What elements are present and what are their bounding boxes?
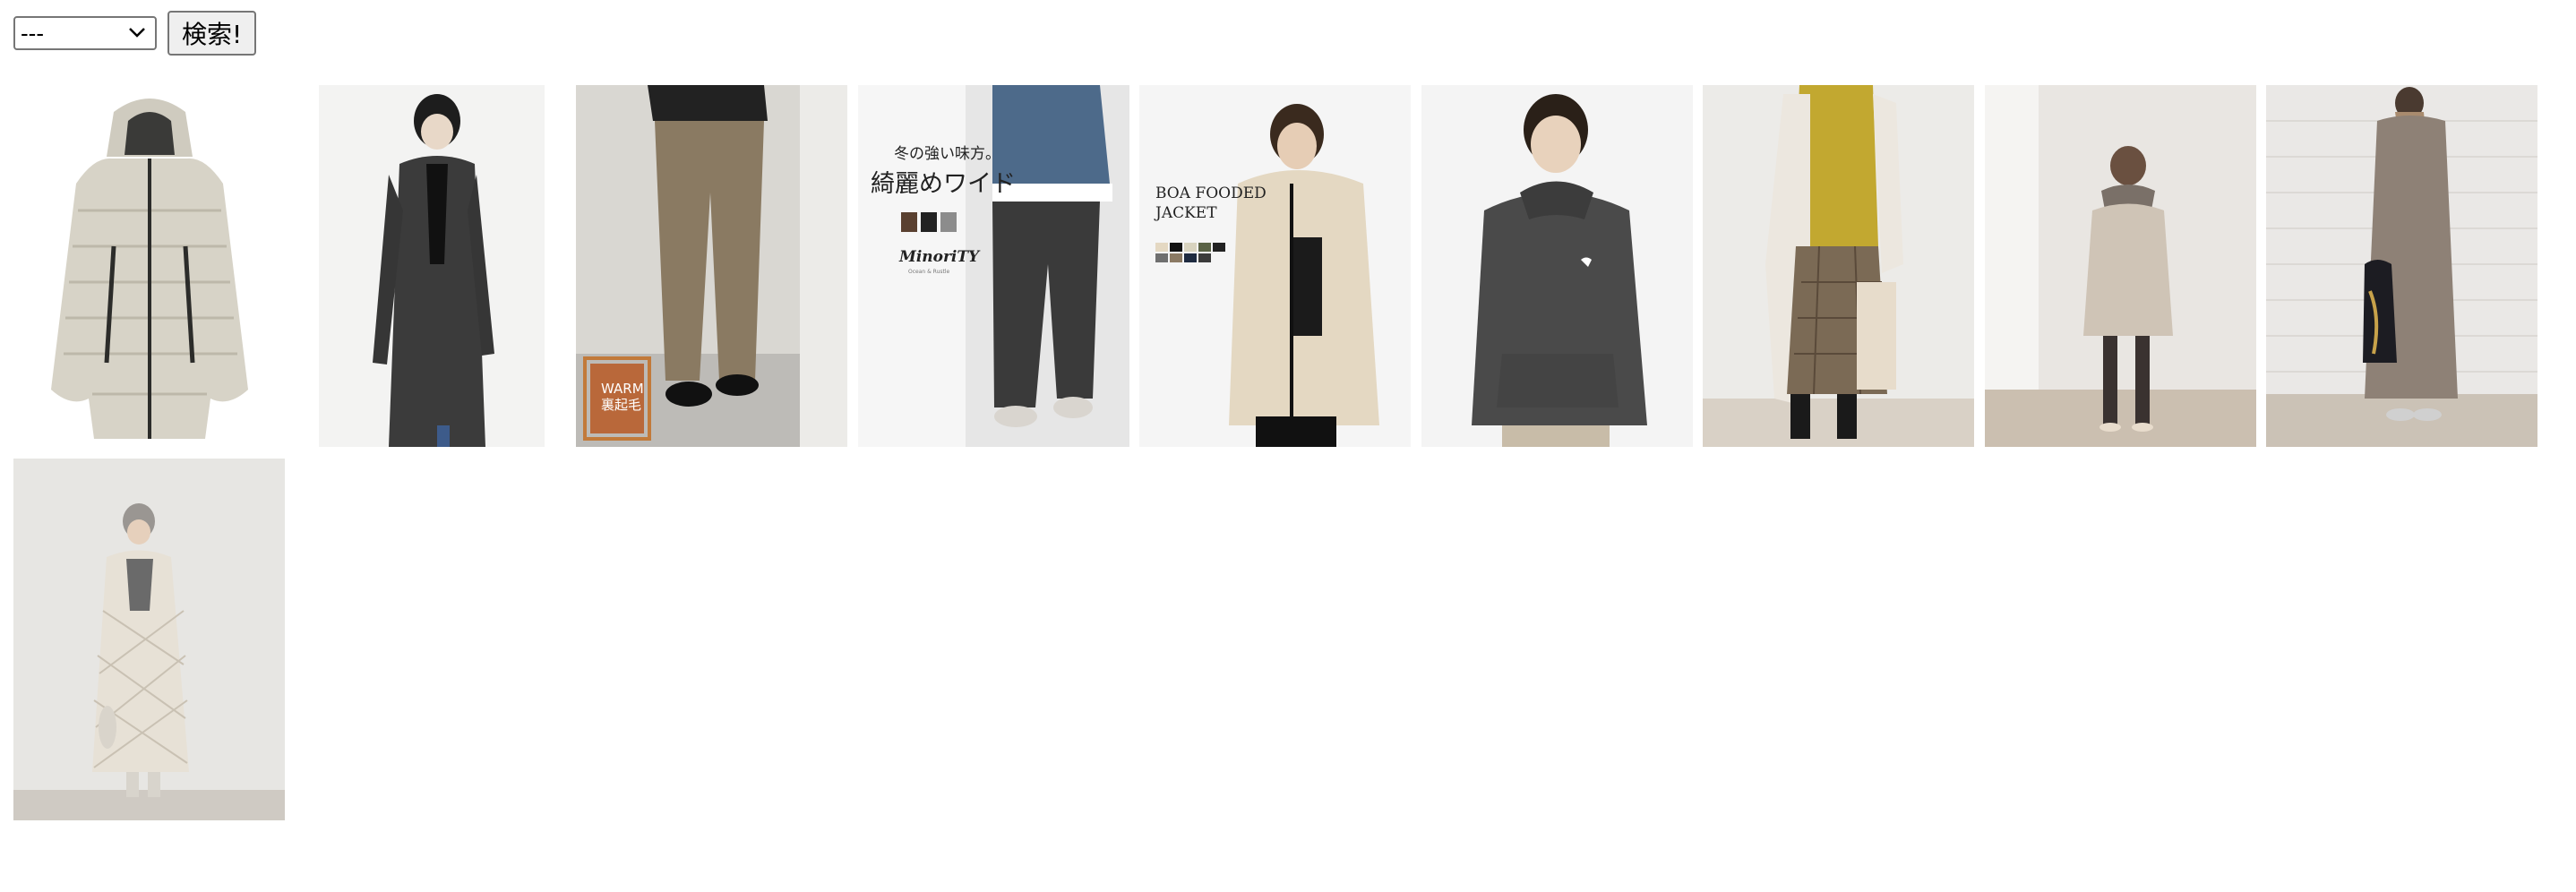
boa-hooded-jacket-image (1139, 85, 1411, 447)
product-tile-4[interactable]: 冬の強い味方。 綺麗めワイド MinoriTY Ocean & Rustle (858, 85, 1129, 447)
product-tile-8[interactable] (1985, 85, 2256, 447)
white-coat-mustard-knit-image (1703, 85, 1974, 447)
wide-pants-image (858, 85, 1129, 447)
chester-coat-image (319, 85, 545, 447)
search-button[interactable]: 検索! (167, 11, 257, 56)
down-jacket-image (13, 85, 286, 447)
headline-text: 綺麗めワイド (871, 170, 1016, 198)
search-form: --- 検索! (13, 11, 257, 56)
brand-sub-text: Ocean & Rustle (908, 269, 950, 275)
gray-hoodie-image (1421, 85, 1693, 447)
product-title-line1: BOA FOODED (1155, 184, 1267, 202)
tagline-text: 冬の強い味方。 (894, 145, 1000, 163)
product-title-line2: JACKET (1155, 204, 1217, 222)
brand-logo-text: MinoriTY (899, 248, 980, 266)
product-tile-1[interactable] (13, 85, 286, 447)
fleece-label: 裏起毛 (601, 397, 642, 413)
beige-coat-scarf-image (1985, 85, 2256, 447)
product-tile-6[interactable] (1421, 85, 1693, 447)
product-tile-3[interactable]: WARM 裏起毛 (576, 85, 847, 447)
product-tile-9[interactable] (2266, 85, 2537, 447)
category-select-wrapper: --- (13, 16, 157, 50)
warm-badge-text: WARM 裏起毛 (601, 381, 644, 413)
warm-label: WARM (601, 381, 644, 397)
long-chester-coat-image (2266, 85, 2537, 447)
quilted-long-coat-image (13, 459, 285, 820)
product-tile-5[interactable]: BOA FOODED JACKET (1139, 85, 1411, 447)
product-tile-2[interactable] (319, 85, 545, 447)
product-tile-10[interactable] (13, 459, 285, 820)
product-title-text: BOA FOODED JACKET (1155, 184, 1267, 223)
product-tile-7[interactable] (1703, 85, 1974, 447)
category-select[interactable]: --- (13, 16, 157, 50)
